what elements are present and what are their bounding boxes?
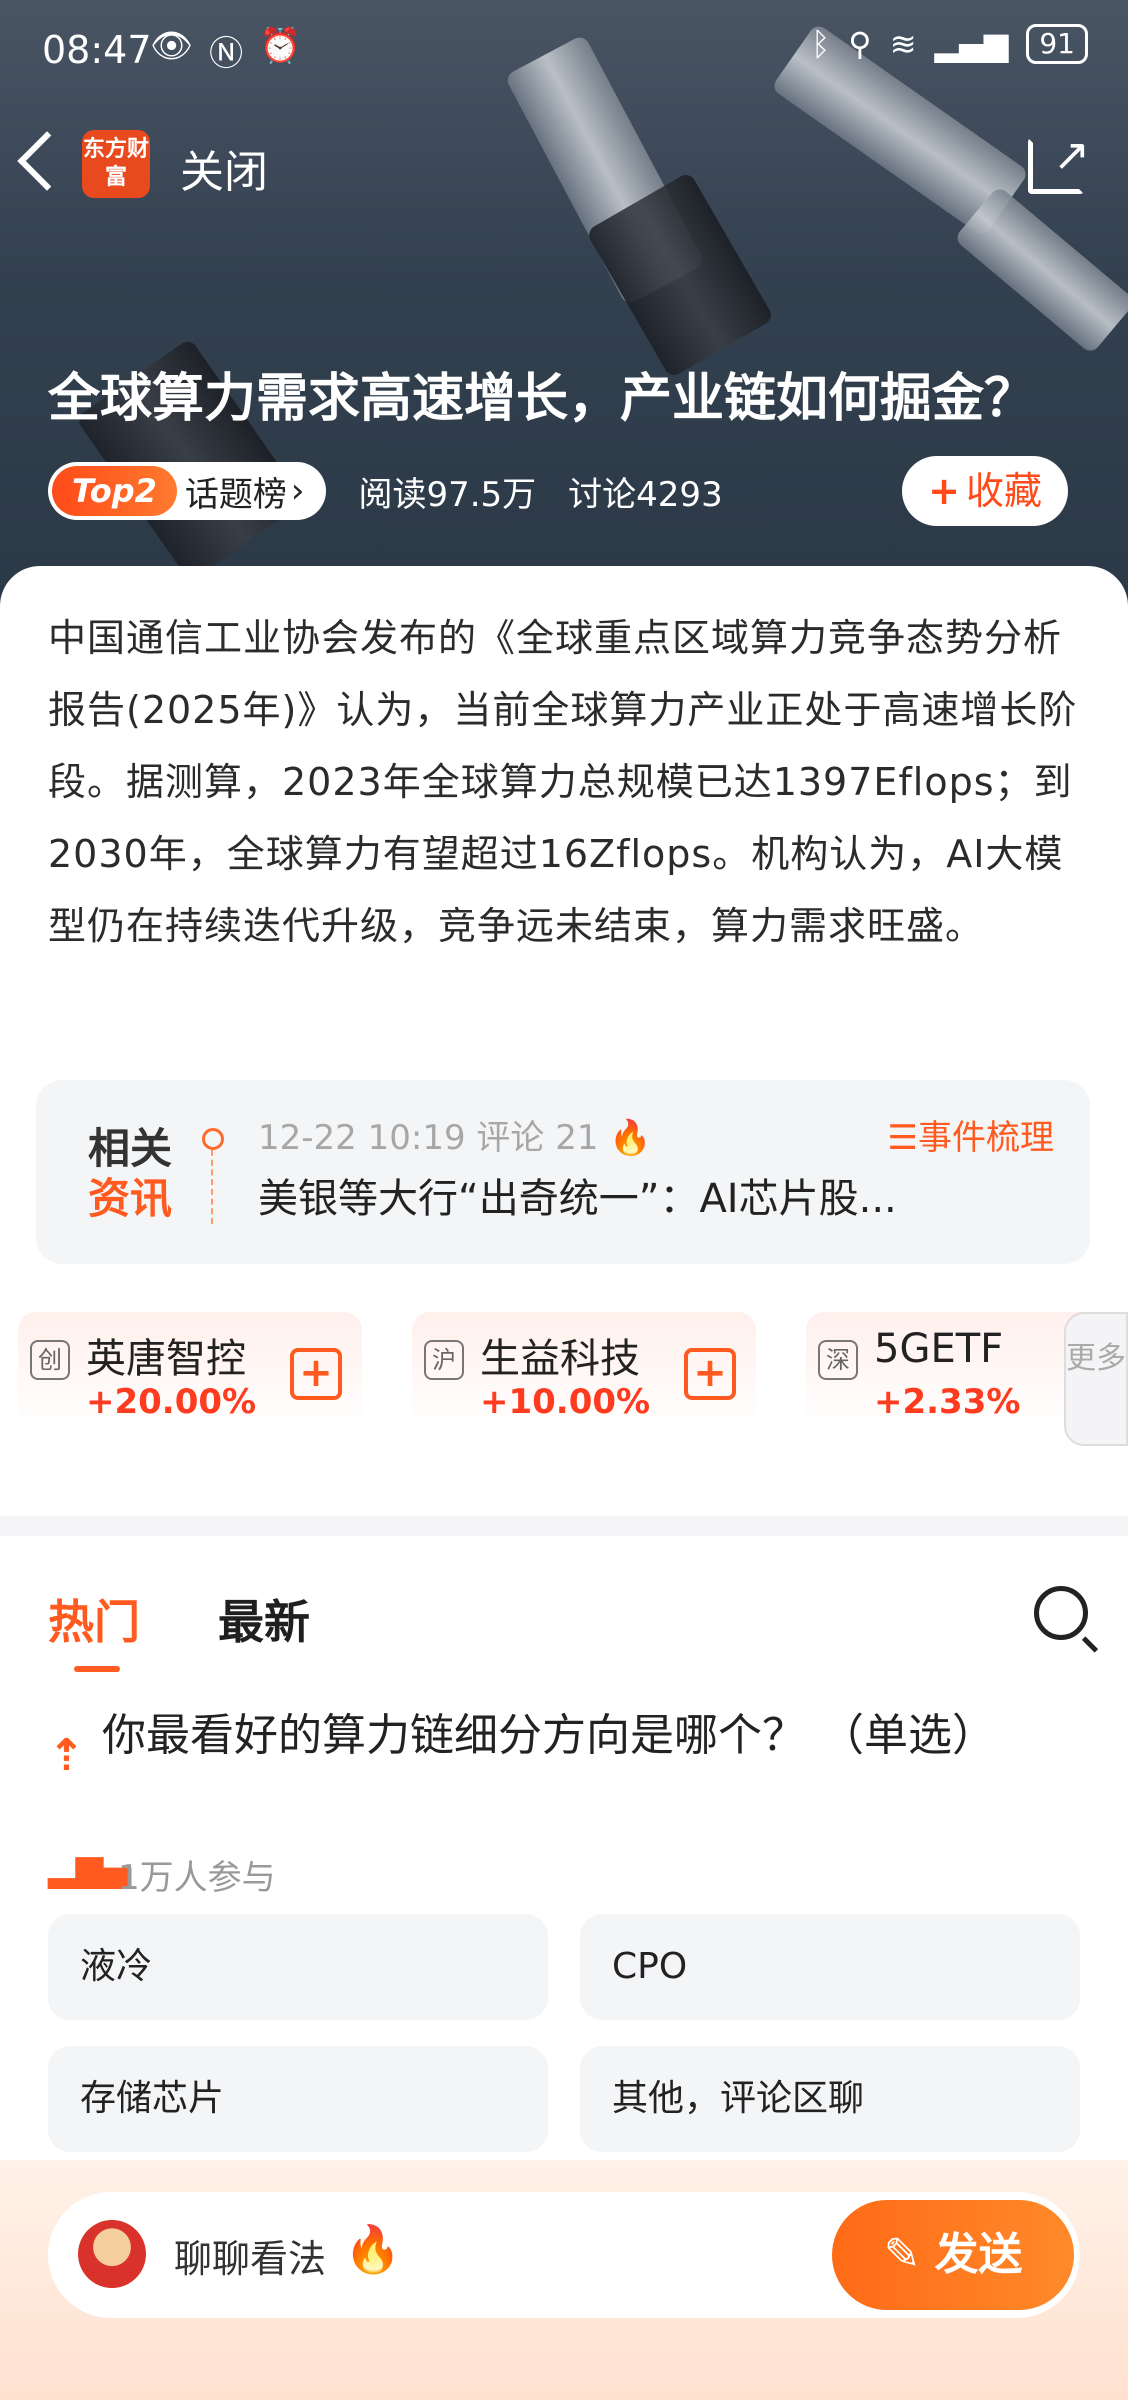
stock-change: +20.00% xyxy=(86,1382,257,1422)
signal-icon: ▂▄▆ xyxy=(934,25,1009,63)
fire-icon: 🔥 xyxy=(609,1118,652,1158)
comment-placeholder: 聊聊看法 xyxy=(174,2237,327,2281)
app-logo: 东方财富 xyxy=(82,130,150,198)
stock-card[interactable]: 沪 生益科技 +10.00% + xyxy=(412,1312,756,1430)
related-news-logo-line1: 相关 xyxy=(88,1124,173,1173)
banner-cable-image xyxy=(953,185,1128,355)
discussion-tabs: 热门 最新 xyxy=(48,1586,1088,1676)
collect-button[interactable]: + 收藏 xyxy=(902,456,1068,526)
tab-hot[interactable]: 热门 xyxy=(48,1586,140,1672)
comment-composer-bar: 聊聊看法 🔥 ✎ 发送 xyxy=(0,2160,1128,2400)
plus-icon: + xyxy=(928,469,960,513)
topic-header-banner: 08:47 👁 Ⓝ ⏰ ᛒ ⚲ ≋ ▂▄▆ 91 东方财富 关闭 ↗ 全球算力需… xyxy=(0,0,1128,620)
news-meta: 12-22 10:19 评论 21 🔥 xyxy=(258,1110,652,1159)
read-count: 阅读97.5万 xyxy=(358,474,537,515)
status-time: 08:47 xyxy=(42,28,152,72)
fire-icon: 🔥 xyxy=(344,2222,402,2276)
stock-card[interactable]: 创 英唐智控 +20.00% + xyxy=(18,1312,362,1430)
tab-latest[interactable]: 最新 xyxy=(218,1586,310,1652)
eye-icon: 👁 xyxy=(150,26,194,66)
related-stocks-row: 创 英唐智控 +20.00% + 沪 生益科技 +10.00% + 深 5GET… xyxy=(18,1312,1128,1432)
poll-option[interactable]: 存储芯片 xyxy=(48,2046,548,2152)
battery-indicator: 91 xyxy=(1026,24,1088,64)
related-news-logo: 相关 资讯 xyxy=(88,1124,172,1224)
top-navigation-bar: 东方财富 关闭 ↗ xyxy=(0,120,1128,210)
topic-summary: 中国通信工业协会发布的《全球重点区域算力竞争态势分析报告(2025年)》认为，当… xyxy=(48,616,1078,948)
topic-rank-pill[interactable]: Top2 话题榜 › xyxy=(48,462,327,520)
alarm-icon: ⏰ xyxy=(259,26,302,66)
collect-label: 收藏 xyxy=(965,469,1042,513)
pin-top-icon: ⇡ xyxy=(48,1730,85,1781)
related-news-card[interactable]: 相关 资讯 12-22 10:19 评论 21 🔥 ☰事件梳理 美银等大行“出奇… xyxy=(36,1080,1090,1264)
rank-label: 话题榜 xyxy=(184,474,287,515)
status-right-icons: ᛒ ⚲ ≋ ▂▄▆ 91 xyxy=(811,24,1088,64)
stock-name: 英唐智控 xyxy=(86,1336,246,1382)
status-bar: 08:47 👁 Ⓝ ⏰ ᛒ ⚲ ≋ ▂▄▆ 91 xyxy=(0,0,1128,100)
exchange-badge: 创 xyxy=(30,1340,70,1380)
bluetooth-icon: ᛒ xyxy=(811,25,831,63)
comment-input[interactable]: 聊聊看法 🔥 ✎ 发送 xyxy=(48,2192,1080,2318)
section-divider xyxy=(0,1516,1128,1536)
list-icon: ☰ xyxy=(887,1118,918,1158)
location-icon: ⚲ xyxy=(848,25,872,63)
wifi-icon: ≋ xyxy=(889,25,917,63)
back-icon[interactable] xyxy=(17,131,77,191)
topic-title: 全球算力需求高速增长，产业链如何掘金？ xyxy=(48,369,1037,429)
poll-option[interactable]: CPO xyxy=(580,1914,1080,2020)
add-watchlist-icon[interactable]: + xyxy=(684,1348,736,1400)
poll-participants: 1万人参与 xyxy=(118,1858,276,1898)
chevron-right-icon: › xyxy=(290,471,305,511)
event-timeline-label: 事件梳理 xyxy=(918,1118,1054,1158)
add-watchlist-icon[interactable]: + xyxy=(290,1348,342,1400)
related-news-logo-line2: 资讯 xyxy=(88,1174,173,1223)
send-label: 发送 xyxy=(934,2229,1023,2280)
timeline-line xyxy=(211,1150,213,1224)
close-button[interactable]: 关闭 xyxy=(180,136,268,200)
event-timeline-link[interactable]: ☰事件梳理 xyxy=(888,1110,1054,1159)
news-meta-text: 12-22 10:19 评论 21 xyxy=(258,1118,599,1158)
search-icon[interactable] xyxy=(1034,1586,1088,1640)
mascot-avatar xyxy=(78,2220,146,2288)
timeline-dot xyxy=(202,1128,224,1150)
status-left-icons: 👁 Ⓝ ⏰ xyxy=(150,26,302,75)
more-stocks-button[interactable]: 更多 xyxy=(1064,1312,1128,1446)
send-button[interactable]: ✎ 发送 xyxy=(832,2200,1074,2310)
stock-name: 生益科技 xyxy=(480,1336,640,1382)
stock-name: 5GETF xyxy=(874,1326,1004,1372)
discussion-count: 讨论4293 xyxy=(568,474,723,515)
share-arrow-icon[interactable]: ↗ xyxy=(1053,130,1090,181)
nfc-icon: Ⓝ xyxy=(209,34,244,74)
pencil-icon: ✎ xyxy=(883,2229,921,2280)
topic-content-card: 中国通信工业协会发布的《全球重点区域算力竞争态势分析报告(2025年)》认为，当… xyxy=(0,566,1128,2400)
news-headline[interactable]: 美银等大行“出奇统一”：AI芯片股... xyxy=(258,1166,897,1224)
exchange-badge: 沪 xyxy=(424,1340,464,1380)
poll-option[interactable]: 其他，评论区聊 xyxy=(580,2046,1080,2152)
poll-question: 你最看好的算力链细分方向是哪个？ （单选） xyxy=(102,1710,996,1761)
rank-badge: Top2 xyxy=(52,466,177,516)
stock-change: +2.33% xyxy=(874,1382,1021,1422)
topic-meta: Top2 话题榜 › 阅读97.5万 讨论4293 xyxy=(48,458,723,524)
exchange-badge: 深 xyxy=(818,1340,858,1380)
poll-option[interactable]: 液冷 xyxy=(48,1914,548,2020)
stock-change: +10.00% xyxy=(480,1382,651,1422)
